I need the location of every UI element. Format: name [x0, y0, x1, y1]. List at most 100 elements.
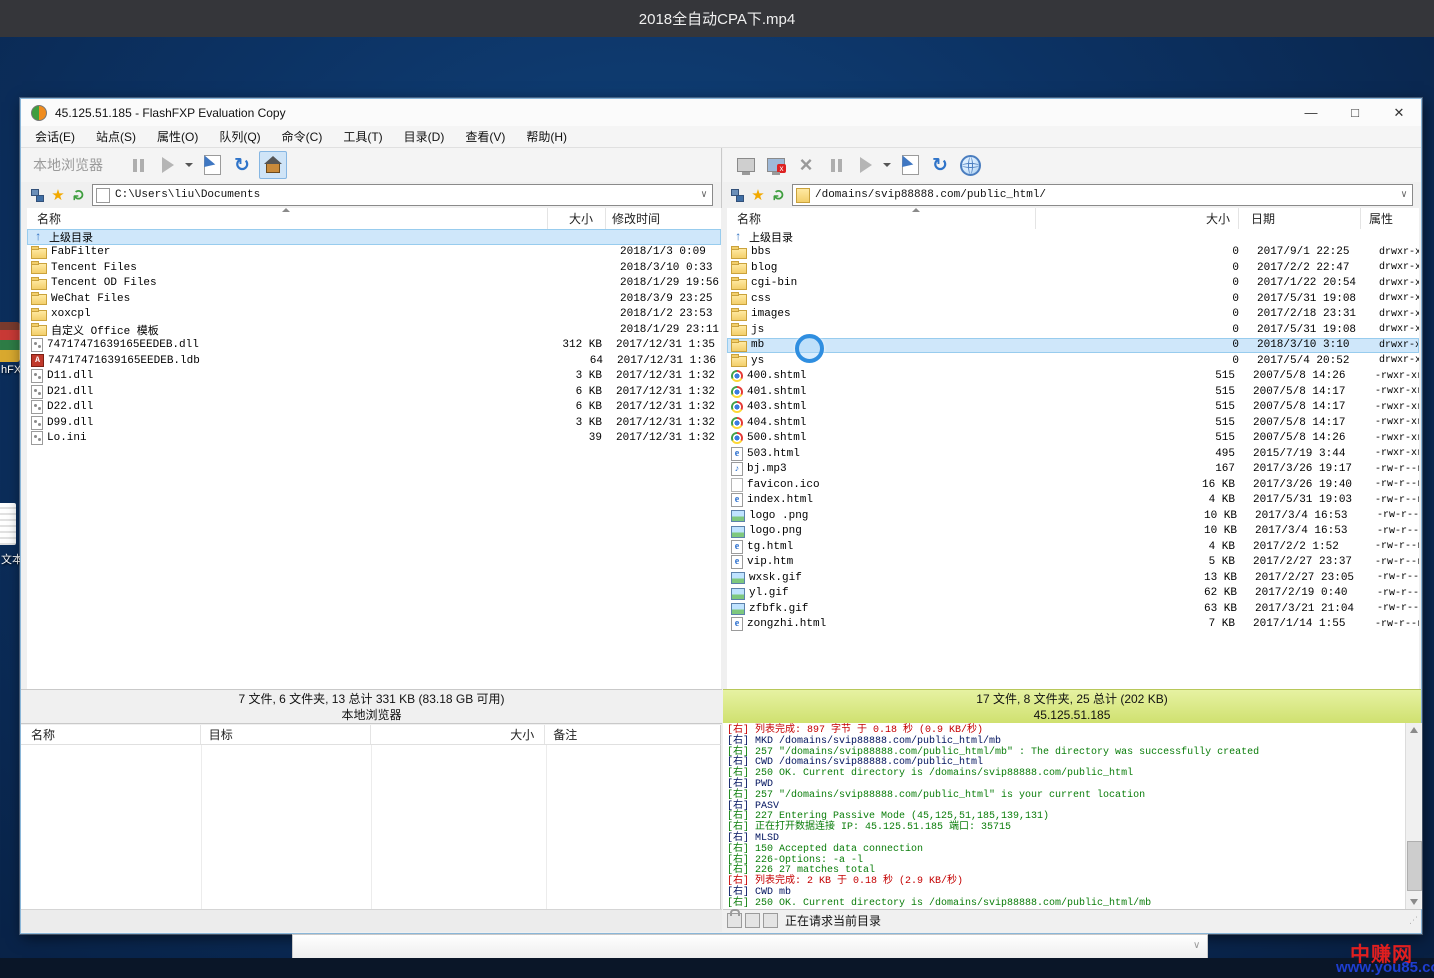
column-header-name[interactable]: 名称 — [727, 208, 1036, 229]
pause-icon[interactable] — [823, 152, 849, 178]
up-directory-icon[interactable]: ↻ — [771, 187, 787, 203]
file-row[interactable]: wxsk.gif13 KB2017/2/27 23:05-rw-r--r-- — [727, 570, 1419, 586]
menu-item-5[interactable]: 工具(T) — [343, 128, 382, 145]
file-row[interactable]: D99.dll3 KB2017/12/31 1:32 — [27, 415, 721, 431]
connect-icon[interactable] — [733, 152, 759, 178]
file-row[interactable]: ♪bj.mp31672017/3/26 19:17-rw-r--r-- — [727, 462, 1419, 478]
menu-item-4[interactable]: 命令(C) — [282, 128, 323, 145]
file-row[interactable]: D11.dll3 KB2017/12/31 1:32 — [27, 369, 721, 385]
file-row[interactable]: e503.html4952015/7/19 3:44-rwxr-xr-x — [727, 446, 1419, 462]
desktop-flashfxp-icon[interactable] — [0, 322, 20, 362]
disconnect-icon[interactable]: x — [763, 152, 789, 178]
file-row[interactable]: logo.png10 KB2017/3/4 16:53-rw-r--r-- — [727, 524, 1419, 540]
column-header-modified[interactable]: 修改时间 — [606, 208, 721, 229]
chevron-down-icon[interactable]: ∨ — [1396, 185, 1412, 205]
queue-hscrollbar[interactable] — [21, 909, 722, 932]
column-header-attr[interactable]: 属性 — [1361, 208, 1419, 229]
local-browser-tab[interactable]: 本地浏览器 — [21, 706, 722, 724]
file-row[interactable]: ys02017/5/4 20:52drwxr-xr-x — [727, 353, 1419, 369]
file-row[interactable]: WeChat Files2018/3/9 23:25 — [27, 291, 721, 307]
file-row[interactable]: 404.shtml5152007/5/8 14:17-rwxr-xr-x — [727, 415, 1419, 431]
file-row[interactable]: zfbfk.gif63 KB2017/3/21 21:04-rw-r--r-- — [727, 601, 1419, 617]
play-dropdown-icon[interactable] — [185, 163, 193, 167]
file-row[interactable]: 401.shtml5152007/5/8 14:17-rwxr-xr-x — [727, 384, 1419, 400]
file-row[interactable]: cgi-bin02017/1/22 20:54drwxr-xr-x — [727, 276, 1419, 292]
file-row[interactable]: logo .png10 KB2017/3/4 16:53-rw-r--r-- — [727, 508, 1419, 524]
queue-column-size[interactable]: 大小 — [371, 725, 546, 744]
queue-column-target[interactable]: 目标 — [201, 725, 371, 744]
play-dropdown-icon[interactable] — [883, 163, 891, 167]
file-row[interactable]: 500.shtml5152007/5/8 14:26-rwxr-xr-x — [727, 431, 1419, 447]
close-button[interactable]: ✕ — [1377, 99, 1421, 126]
menu-item-6[interactable]: 目录(D) — [404, 128, 445, 145]
sites-icon[interactable] — [729, 187, 745, 203]
abort-icon[interactable]: × — [793, 152, 819, 178]
queue-column-note[interactable]: 备注 — [545, 725, 720, 744]
queue-column-name[interactable]: 名称 — [21, 725, 201, 744]
file-row[interactable]: etg.html4 KB2017/2/2 1:52-rw-r--r-- — [727, 539, 1419, 555]
refresh-icon[interactable]: ↻ — [927, 152, 953, 178]
scroll-down-icon[interactable] — [1410, 899, 1418, 905]
file-row[interactable]: 403.shtml5152007/5/8 14:17-rwxr-xr-x — [727, 400, 1419, 416]
transfer-icon[interactable] — [199, 152, 225, 178]
maximize-button[interactable]: □ — [1333, 99, 1377, 126]
favorites-star-icon[interactable]: ★ — [50, 187, 66, 203]
scroll-thumb[interactable] — [1407, 841, 1422, 891]
column-header-size[interactable]: 大小 — [1036, 208, 1239, 229]
menu-item-2[interactable]: 属性(O) — [157, 128, 198, 145]
menu-item-3[interactable]: 队列(Q) — [219, 128, 260, 145]
file-row[interactable]: js02017/5/31 19:08drwxr-xr-x — [727, 322, 1419, 338]
remote-path-input[interactable]: /domains/svip88888.com/public_html/ ∨ — [792, 184, 1413, 206]
file-row[interactable]: Lo.ini392017/12/31 1:32 — [27, 431, 721, 447]
up-directory-icon[interactable]: ↻ — [71, 187, 87, 203]
refresh-icon[interactable]: ↻ — [229, 152, 255, 178]
sites-icon[interactable] — [29, 187, 45, 203]
menu-item-1[interactable]: 站点(S) — [96, 128, 136, 145]
favorites-star-icon[interactable]: ★ — [750, 187, 766, 203]
file-row[interactable]: bbs02017/9/1 22:25drwxr-xr-x — [727, 245, 1419, 261]
play-icon[interactable] — [853, 152, 879, 178]
file-row[interactable]: evip.htm5 KB2017/2/27 23:37-rw-r--r-- — [727, 555, 1419, 571]
column-header-name[interactable]: 名称 — [27, 208, 548, 229]
file-row[interactable]: css02017/5/31 19:08drwxr-xr-x — [727, 291, 1419, 307]
chevron-down-icon[interactable]: ∨ — [696, 185, 712, 205]
globe-icon[interactable] — [957, 152, 983, 178]
file-row[interactable]: yl.gif62 KB2017/2/19 0:40-rw-r--r-- — [727, 586, 1419, 602]
file-row[interactable]: ezongzhi.html7 KB2017/1/14 1:55-rw-r--r-… — [727, 617, 1419, 633]
file-row[interactable]: A74717471639165EEDEB.ldb642017/12/31 1:3… — [27, 353, 721, 369]
file-row[interactable]: D21.dll6 KB2017/12/31 1:32 — [27, 384, 721, 400]
log-scrollbar[interactable] — [1405, 723, 1422, 909]
column-header-size[interactable]: 大小 — [548, 208, 606, 229]
file-row[interactable]: D22.dll6 KB2017/12/31 1:32 — [27, 400, 721, 416]
minimize-button[interactable]: — — [1289, 99, 1333, 126]
file-row[interactable]: 自定义 Office 模板2018/1/29 23:11 — [27, 322, 721, 338]
menu-item-7[interactable]: 查看(V) — [465, 128, 505, 145]
file-row[interactable]: xoxcpl2018/1/2 23:53 — [27, 307, 721, 323]
scroll-up-icon[interactable] — [1410, 727, 1418, 733]
local-path-input[interactable]: C:\Users\liu\Documents ∨ — [92, 184, 713, 206]
file-row[interactable]: images02017/2/18 23:31drwxr-xr-x — [727, 307, 1419, 323]
file-row[interactable]: FabFilter2018/1/3 0:09 — [27, 245, 721, 261]
pause-icon[interactable] — [125, 152, 151, 178]
menu-item-8[interactable]: 帮助(H) — [526, 128, 567, 145]
window-titlebar[interactable]: 45.125.51.185 - FlashFXP Evaluation Copy… — [21, 99, 1421, 126]
file-row[interactable]: eindex.html4 KB2017/5/31 19:03-rw-r--r-- — [727, 493, 1419, 509]
file-row[interactable]: ↑上级目录 — [27, 229, 721, 245]
column-header-date[interactable]: 日期 — [1239, 208, 1361, 229]
file-row[interactable]: Tencent OD Files2018/1/29 19:56 — [27, 276, 721, 292]
file-row[interactable]: favicon.ico16 KB2017/3/26 19:40-rw-r--r-… — [727, 477, 1419, 493]
file-row[interactable]: ↑上级目录 — [727, 229, 1419, 245]
file-row[interactable]: blog02017/2/2 22:47drwxr-xr-x — [727, 260, 1419, 276]
menu-item-0[interactable]: 会话(E) — [35, 128, 75, 145]
transfer-icon[interactable] — [897, 152, 923, 178]
queue-list[interactable] — [21, 745, 721, 909]
file-row[interactable]: 74717471639165EEDEB.dll312 KB2017/12/31 … — [27, 338, 721, 354]
home-icon[interactable] — [259, 151, 287, 179]
log-panel[interactable]: [右] 列表完成: 897 字节 于 0.18 秒 (0.9 KB/秒)[右] … — [723, 723, 1421, 909]
file-row[interactable]: mb02018/3/10 3:10drwxr-xr-x — [727, 338, 1419, 354]
play-icon[interactable] — [155, 152, 181, 178]
file-row[interactable]: Tencent Files2018/3/10 0:33 — [27, 260, 721, 276]
resize-grip[interactable]: ⋰ — [1409, 915, 1419, 926]
chevron-down-icon[interactable]: ∨ — [1193, 942, 1201, 950]
file-row[interactable]: 400.shtml5152007/5/8 14:26-rwxr-xr-x — [727, 369, 1419, 385]
